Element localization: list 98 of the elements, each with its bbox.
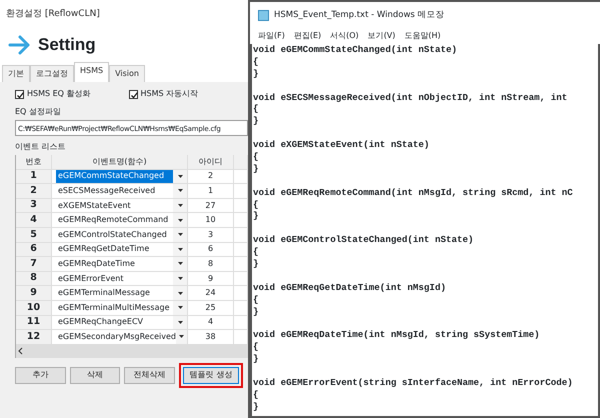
id-cell: 27 xyxy=(188,198,234,214)
row-number: 1 xyxy=(16,170,52,184)
list-label: 이벤트 리스트 xyxy=(15,141,67,153)
notepad-icon xyxy=(258,10,269,20)
code-line: { xyxy=(253,341,260,354)
button[interactable]: 삭제 xyxy=(70,366,120,384)
text-area[interactable] xyxy=(250,44,600,418)
column-header: 이벤트명(함수) xyxy=(52,155,188,170)
empty-cell xyxy=(234,198,248,214)
empty-cell xyxy=(234,257,248,272)
code-line: { xyxy=(253,56,260,68)
checkbox[interactable] xyxy=(128,90,138,98)
empty-cell xyxy=(234,242,248,258)
empty-cell xyxy=(234,213,248,228)
menu-item[interactable]: 서식(O) xyxy=(330,30,359,42)
button[interactable]: 전체삭제 xyxy=(124,366,176,384)
empty-cell xyxy=(234,184,248,199)
event-name-cell[interactable]: eGEMReqDateTime xyxy=(56,257,173,271)
id-cell: 25 xyxy=(188,300,234,316)
code-line: void eGEMCommStateChanged(int nState) xyxy=(253,44,458,56)
code-line: { xyxy=(253,388,260,401)
id-cell: 10 xyxy=(188,213,234,228)
code-line: void eGEMReqDateTime(int nMsgId, string sSystemTime) xyxy=(253,329,541,342)
code-line: { xyxy=(253,198,260,210)
empty-cell xyxy=(234,300,248,316)
checkbox[interactable] xyxy=(15,90,24,98)
id-cell: 24 xyxy=(188,286,234,301)
id-cell: 4 xyxy=(188,316,234,330)
event-name-cell[interactable]: eGEMTerminalMultiMessage xyxy=(56,300,173,315)
checkbox-label: HSMS EQ 활성화 xyxy=(27,88,91,100)
row-number: 2 xyxy=(16,184,52,199)
event-name-cell[interactable]: eGEMErrorEvent xyxy=(56,272,173,286)
code-line: } xyxy=(253,162,260,175)
row-number: 5 xyxy=(16,228,52,243)
id-cell: 3 xyxy=(188,228,234,243)
event-name-cell[interactable]: eGEMReqRemoteCommand xyxy=(56,213,173,227)
row-number: 9 xyxy=(16,286,52,301)
event-name-cell[interactable]: eSECSMessageReceived xyxy=(56,184,173,198)
code-line: } xyxy=(253,115,260,128)
code-line: void eGEMControlStateChanged(int nState) xyxy=(253,234,475,246)
id-cell: 8 xyxy=(188,257,234,272)
menu-item[interactable]: 보기(V) xyxy=(368,30,396,42)
event-name-cell[interactable]: eGEMReqGetDateTime xyxy=(56,242,173,256)
code-line: } xyxy=(253,258,260,270)
code-line: } xyxy=(253,353,260,366)
event-name-cell[interactable]: eGEMReqChangeECV xyxy=(56,316,173,330)
event-name-cell[interactable]: eGEMCommStateChanged xyxy=(56,170,173,184)
code-line: void eXGEMStateEvent(int nState) xyxy=(253,139,430,152)
code-line: } xyxy=(253,400,260,413)
event-name-cell[interactable]: eGEMTerminalMessage xyxy=(56,286,173,300)
code-line: { xyxy=(253,103,260,116)
tab[interactable]: 기본 xyxy=(2,65,30,82)
tab[interactable]: Vision xyxy=(109,65,145,82)
column-header: 아이디 xyxy=(188,155,234,170)
code-line: void eSECSMessageReceived(int nObjectID, int nStream, int xyxy=(253,92,568,104)
id-cell: 2 xyxy=(188,170,234,184)
page-heading: Setting xyxy=(38,34,96,56)
window-title: HSMS_Event_Temp.txt - Windows 메모장 xyxy=(274,8,445,22)
field-label: EQ 설정파일 xyxy=(15,106,62,118)
column-header: 번호 xyxy=(16,155,52,170)
code-line: } xyxy=(253,210,260,222)
button[interactable]: 추가 xyxy=(15,366,66,384)
code-line: } xyxy=(253,68,260,80)
button[interactable]: 템플릿 생성 xyxy=(183,366,240,384)
event-name-cell[interactable]: eXGEMStateEvent xyxy=(56,198,173,212)
checkbox-label: HSMS 자동시작 xyxy=(140,88,198,100)
id-cell: 1 xyxy=(188,184,234,199)
id-cell: 6 xyxy=(188,242,234,258)
horizontal-scrollbar[interactable] xyxy=(15,344,248,358)
row-number: 8 xyxy=(16,272,52,286)
row-number: 3 xyxy=(16,198,52,214)
tab[interactable]: HSMS xyxy=(74,62,110,82)
code-line: void eGEMErrorEvent(string sInterfaceName, int nErrorCode) xyxy=(253,376,574,389)
menu-item[interactable]: 파일(F) xyxy=(258,30,285,42)
code-line: { xyxy=(253,151,260,163)
code-line: } xyxy=(253,306,260,318)
code-line: { xyxy=(253,294,260,306)
row-number: 11 xyxy=(16,316,52,330)
empty-cell xyxy=(234,316,248,330)
event-name-cell[interactable]: eGEMControlStateChanged xyxy=(56,228,173,242)
tab[interactable]: 로그설정 xyxy=(30,65,74,82)
window-title: 환경설정 [ReflowCLN] xyxy=(0,0,248,28)
code-line: void eGEMReqGetDateTime(int nMsgId) xyxy=(253,282,447,294)
empty-cell xyxy=(234,228,248,243)
row-number: 10 xyxy=(16,300,52,316)
arrow-icon xyxy=(8,35,32,55)
row-number: 7 xyxy=(16,257,52,272)
row-number: 6 xyxy=(16,242,52,258)
menu-item[interactable]: 편집(E) xyxy=(294,30,322,42)
empty-cell xyxy=(234,272,248,286)
code-line: { xyxy=(253,246,260,258)
row-number: 12 xyxy=(16,330,52,345)
menu-item[interactable]: 도움말(H) xyxy=(404,30,441,42)
event-name-cell[interactable]: eGEMSecondaryMsgReceived xyxy=(56,330,176,344)
row-number: 4 xyxy=(16,213,52,228)
code-line: void eGEMReqRemoteCommand(int nMsgId, string sRcmd, int nC xyxy=(253,186,574,199)
id-cell: 9 xyxy=(188,272,234,286)
empty-cell xyxy=(234,286,248,301)
